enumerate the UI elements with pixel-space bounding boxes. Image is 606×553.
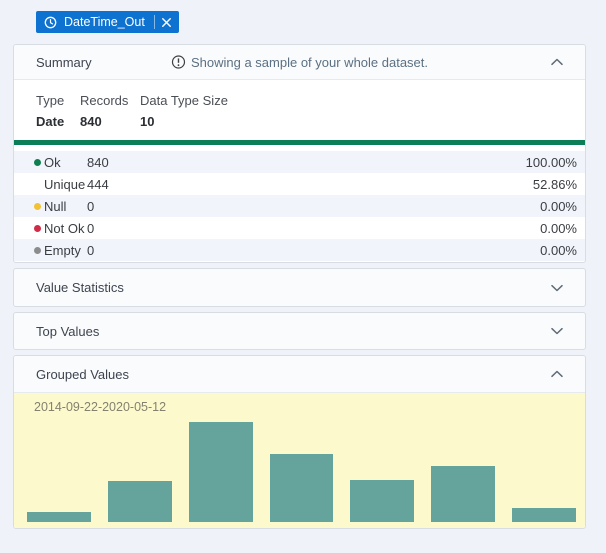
chevron-up-icon [551, 58, 563, 66]
not-ok-dot-icon [34, 225, 41, 232]
summary-title: Summary [36, 55, 92, 70]
row-count: 0 [87, 221, 94, 236]
type-records-table: Type Records Data Type Size Date 840 10 [14, 80, 585, 132]
quality-row-null: Null 0 0.00% [14, 195, 585, 217]
row-label: Ok [44, 155, 87, 170]
row-label: Empty [44, 243, 87, 258]
summary-collapse-button[interactable] [551, 58, 563, 66]
value-data-type-size: 10 [140, 111, 585, 132]
quality-row-empty: Empty 0 0.00% [14, 239, 585, 261]
sample-notice-text: Showing a sample of your whole dataset. [191, 55, 428, 70]
close-icon [161, 17, 172, 28]
chart-range-label: 2014-09-22-2020-05-12 [34, 400, 166, 414]
sample-notice: Showing a sample of your whole dataset. [171, 55, 428, 70]
histogram-bar[interactable] [189, 422, 253, 522]
col-header-records: Records [80, 90, 140, 111]
grouped-values-title: Grouped Values [36, 367, 129, 382]
row-percent: 0.00% [540, 199, 577, 214]
dataset-column-profile: DateTime_Out Summary Showin [0, 0, 606, 553]
row-percent: 52.86% [533, 177, 577, 192]
quality-rows: Ok 840 100.00% Unique 444 52.86% Null 0 … [14, 151, 585, 261]
chevron-up-icon [551, 370, 563, 378]
column-chip[interactable]: DateTime_Out [36, 11, 179, 33]
top-values-title: Top Values [36, 324, 99, 339]
value-statistics-title: Value Statistics [36, 280, 124, 295]
ok-dot-icon [34, 159, 41, 166]
col-header-type: Type [36, 90, 80, 111]
row-count: 0 [87, 243, 94, 258]
histogram [27, 422, 576, 522]
summary-header[interactable]: Summary Showing a sample of your whole d… [14, 45, 585, 80]
histogram-bar[interactable] [27, 512, 91, 522]
value-statistics-expand-button[interactable] [551, 284, 563, 292]
top-values-panel: Top Values [13, 312, 586, 350]
grouped-values-chart: 2014-09-22-2020-05-12 [14, 393, 585, 528]
row-percent: 0.00% [540, 243, 577, 258]
histogram-bar[interactable] [270, 454, 334, 522]
value-type: Date [36, 111, 80, 132]
histogram-bar[interactable] [512, 508, 576, 522]
grouped-values-collapse-button[interactable] [551, 370, 563, 378]
value-statistics-panel: Value Statistics [13, 268, 586, 307]
histogram-bar[interactable] [350, 480, 414, 522]
row-percent: 100.00% [526, 155, 577, 170]
row-label: Unique [44, 177, 87, 192]
top-values-header[interactable]: Top Values [14, 313, 585, 349]
row-count: 444 [87, 177, 109, 192]
top-values-expand-button[interactable] [551, 327, 563, 335]
value-statistics-header[interactable]: Value Statistics [14, 269, 585, 306]
clock-icon [44, 16, 57, 29]
row-count: 840 [87, 155, 109, 170]
empty-dot-icon [34, 247, 41, 254]
quality-row-not-ok: Not Ok 0 0.00% [14, 217, 585, 239]
grouped-values-panel: Grouped Values 2014-09-22-2020-05-12 [13, 355, 586, 529]
value-records: 840 [80, 111, 140, 132]
histogram-bar[interactable] [108, 481, 172, 522]
row-percent: 0.00% [540, 221, 577, 236]
quality-bar[interactable] [14, 140, 585, 145]
chip-close-button[interactable] [155, 11, 179, 33]
quality-row-ok: Ok 840 100.00% [14, 151, 585, 173]
column-chip-label: DateTime_Out [64, 15, 145, 29]
quality-row-unique: Unique 444 52.86% [14, 173, 585, 195]
info-icon [171, 55, 185, 69]
histogram-bar[interactable] [431, 466, 495, 522]
row-count: 0 [87, 199, 94, 214]
summary-panel: Summary Showing a sample of your whole d… [13, 44, 586, 263]
chevron-down-icon [551, 327, 563, 335]
row-label: Not Ok [44, 221, 87, 236]
chevron-down-icon [551, 284, 563, 292]
null-dot-icon [34, 203, 41, 210]
grouped-values-header[interactable]: Grouped Values [14, 356, 585, 393]
col-header-data-type-size: Data Type Size [140, 90, 585, 111]
row-label: Null [44, 199, 87, 214]
